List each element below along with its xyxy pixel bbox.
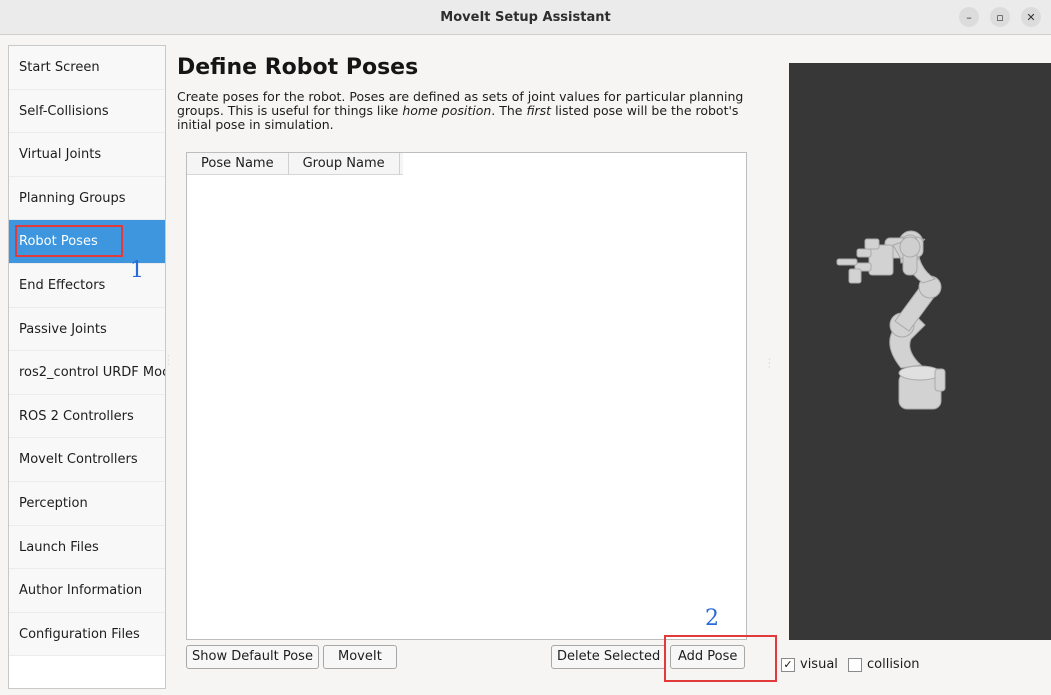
column-header-pose-name[interactable]: Pose Name xyxy=(187,153,289,174)
collision-check-box xyxy=(848,657,862,672)
title-bar: MoveIt Setup Assistant – ▫ ✕ xyxy=(0,0,1051,35)
poses-table[interactable]: Pose Name Group Name xyxy=(186,152,747,640)
robot-arm-model xyxy=(836,230,946,410)
window-title: MoveIt Setup Assistant xyxy=(440,9,611,25)
sidebar-item-start-screen[interactable]: Start Screen xyxy=(9,46,165,90)
highlight-box-1 xyxy=(15,225,123,258)
visual-check-icon: ✓ xyxy=(781,657,795,672)
close-icon[interactable]: ✕ xyxy=(1021,7,1041,27)
sidebar-item-launch-files[interactable]: Launch Files xyxy=(9,525,165,570)
sidebar-item-planning-groups[interactable]: Planning Groups xyxy=(9,176,165,221)
page-description: Create poses for the robot. Poses are de… xyxy=(177,89,744,132)
robot-3d-viewport[interactable] xyxy=(789,63,1051,640)
splitter-handle-right[interactable]: · · · xyxy=(768,356,771,372)
sidebar-item-moveit-controllers[interactable]: MoveIt Controllers xyxy=(9,438,165,482)
show-default-pose-button[interactable]: Show Default Pose xyxy=(186,645,319,669)
moveit-button[interactable]: MoveIt xyxy=(323,645,397,669)
sidebar-item-ros2-control[interactable]: ros2_control URDF Moc xyxy=(9,351,165,395)
sidebar-item-author-information[interactable]: Author Information xyxy=(9,569,165,613)
splitter-handle-left[interactable]: · · · xyxy=(167,353,170,369)
sidebar-item-configuration-files[interactable]: Configuration Files xyxy=(9,612,165,657)
page-title: Define Robot Poses xyxy=(177,55,419,80)
sidebar-item-perception[interactable]: Perception xyxy=(9,481,165,526)
sidebar-item-ros2-controllers[interactable]: ROS 2 Controllers xyxy=(9,394,165,439)
sidebar-item-self-collisions[interactable]: Self-Collisions xyxy=(9,89,165,134)
column-header-group-name[interactable]: Group Name xyxy=(289,153,400,174)
window-controls: – ▫ ✕ xyxy=(959,7,1041,27)
maximize-icon[interactable]: ▫ xyxy=(990,7,1010,27)
minimize-icon[interactable]: – xyxy=(959,7,979,27)
sidebar-item-virtual-joints[interactable]: Virtual Joints xyxy=(9,133,165,177)
sidebar: Start Screen Self-Collisions Virtual Joi… xyxy=(8,45,166,689)
annotation-marker-2: 2 xyxy=(705,606,719,631)
visual-checkbox[interactable]: ✓ visual xyxy=(781,657,838,672)
collision-checkbox[interactable]: collision xyxy=(848,657,920,672)
delete-selected-button[interactable]: Delete Selected xyxy=(551,645,667,669)
highlight-box-2 xyxy=(664,635,777,682)
sidebar-item-passive-joints[interactable]: Passive Joints xyxy=(9,307,165,352)
annotation-marker-1: 1 xyxy=(130,258,144,283)
table-header: Pose Name Group Name xyxy=(187,153,403,175)
